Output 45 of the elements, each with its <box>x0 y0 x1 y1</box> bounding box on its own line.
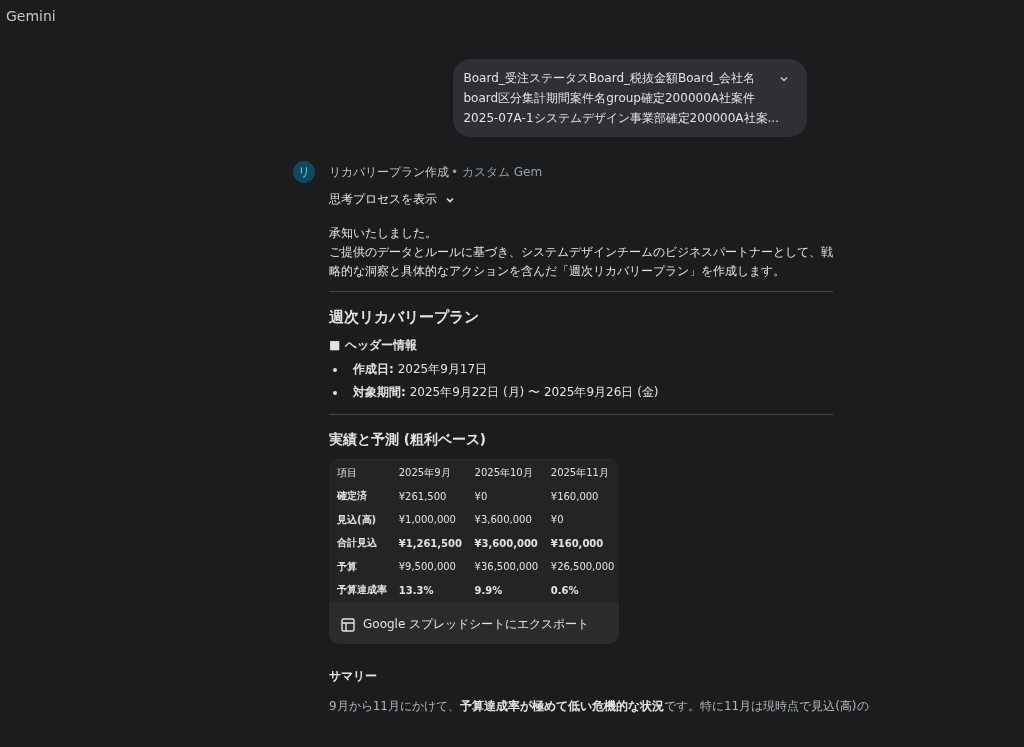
table-cell: ¥0 <box>542 508 619 532</box>
table-cell: ¥26,500,000 <box>542 555 619 579</box>
table-cell: ¥9,500,000 <box>390 555 467 579</box>
table-cell: ¥3,600,000 <box>466 531 543 555</box>
app-title: Gemini <box>6 8 56 24</box>
table-cell: 予算達成率 <box>329 578 391 602</box>
table-cell: 13.3% <box>390 578 467 602</box>
table-cell: 確定済 <box>329 484 391 508</box>
table-cell: ¥261,500 <box>390 484 467 508</box>
show-thinking-button[interactable]: 思考プロセスを表示 <box>329 191 455 208</box>
column-header: 2025年9月 <box>390 461 467 485</box>
message-line: 2025-07A-1システムデザイン事業部確定200000A社案... <box>463 110 779 127</box>
table-cell: 予算 <box>329 555 391 579</box>
column-header: 項目 <box>329 461 391 485</box>
summary-text: 9月から11月にかけて、予算達成率が極めて低い危機的な状況です。特に11月は現時点で見込(高)の <box>329 698 869 715</box>
table-cell: 9.9% <box>466 578 543 602</box>
sheet-icon <box>341 617 355 632</box>
table-cell: 見込(高) <box>329 508 391 532</box>
bullet-icon <box>333 390 337 395</box>
table-cell: 合計見込 <box>329 531 391 555</box>
list-item: 対象期間: 2025年9月22日 (月) 〜 2025年9月26日 (金) <box>353 384 659 401</box>
message-line: board区分集計期間案件名group確定200000A社案件 <box>463 90 756 107</box>
section-title: 実績と予測 (粗利ベース) <box>329 431 488 449</box>
paragraph: ご提供のデータとルールに基づき、システムデザインチームのビジネスパートナーとして、戦略的な洞察と具体的なアクションを含んだ「週次リカバリープラン」を作成します。 <box>329 244 833 280</box>
column-header: 2025年11月 <box>542 461 619 485</box>
avatar: リ <box>293 161 315 183</box>
expand-icon[interactable] <box>779 74 789 84</box>
table-cell: ¥1,261,500 <box>390 531 467 555</box>
gem-label: • カスタム Gem <box>451 163 543 181</box>
bullet-icon <box>333 367 337 372</box>
table-cell: ¥1,000,000 <box>390 508 467 532</box>
column-header: 2025年10月 <box>466 461 543 485</box>
table-cell: ¥160,000 <box>542 484 619 508</box>
list-item: 作成日: 2025年9月17日 <box>353 361 488 378</box>
message-line: Board_受注ステータスBoard_税抜金額Board_会社名 <box>463 70 757 87</box>
section-heading: サマリー <box>329 668 378 685</box>
table-cell: ¥0 <box>466 484 543 508</box>
plan-title: 週次リカバリープラン <box>329 308 480 327</box>
gem-name: リカバリープラン作成 <box>329 163 449 181</box>
table-cell: ¥160,000 <box>542 531 619 555</box>
paragraph: 承知いたしました。 <box>329 225 438 242</box>
table-cell: ¥36,500,000 <box>466 555 543 579</box>
table-cell: 0.6% <box>542 578 619 602</box>
section-heading: ■ ヘッダー情報 <box>329 337 418 354</box>
table-cell: ¥3,600,000 <box>466 508 543 532</box>
